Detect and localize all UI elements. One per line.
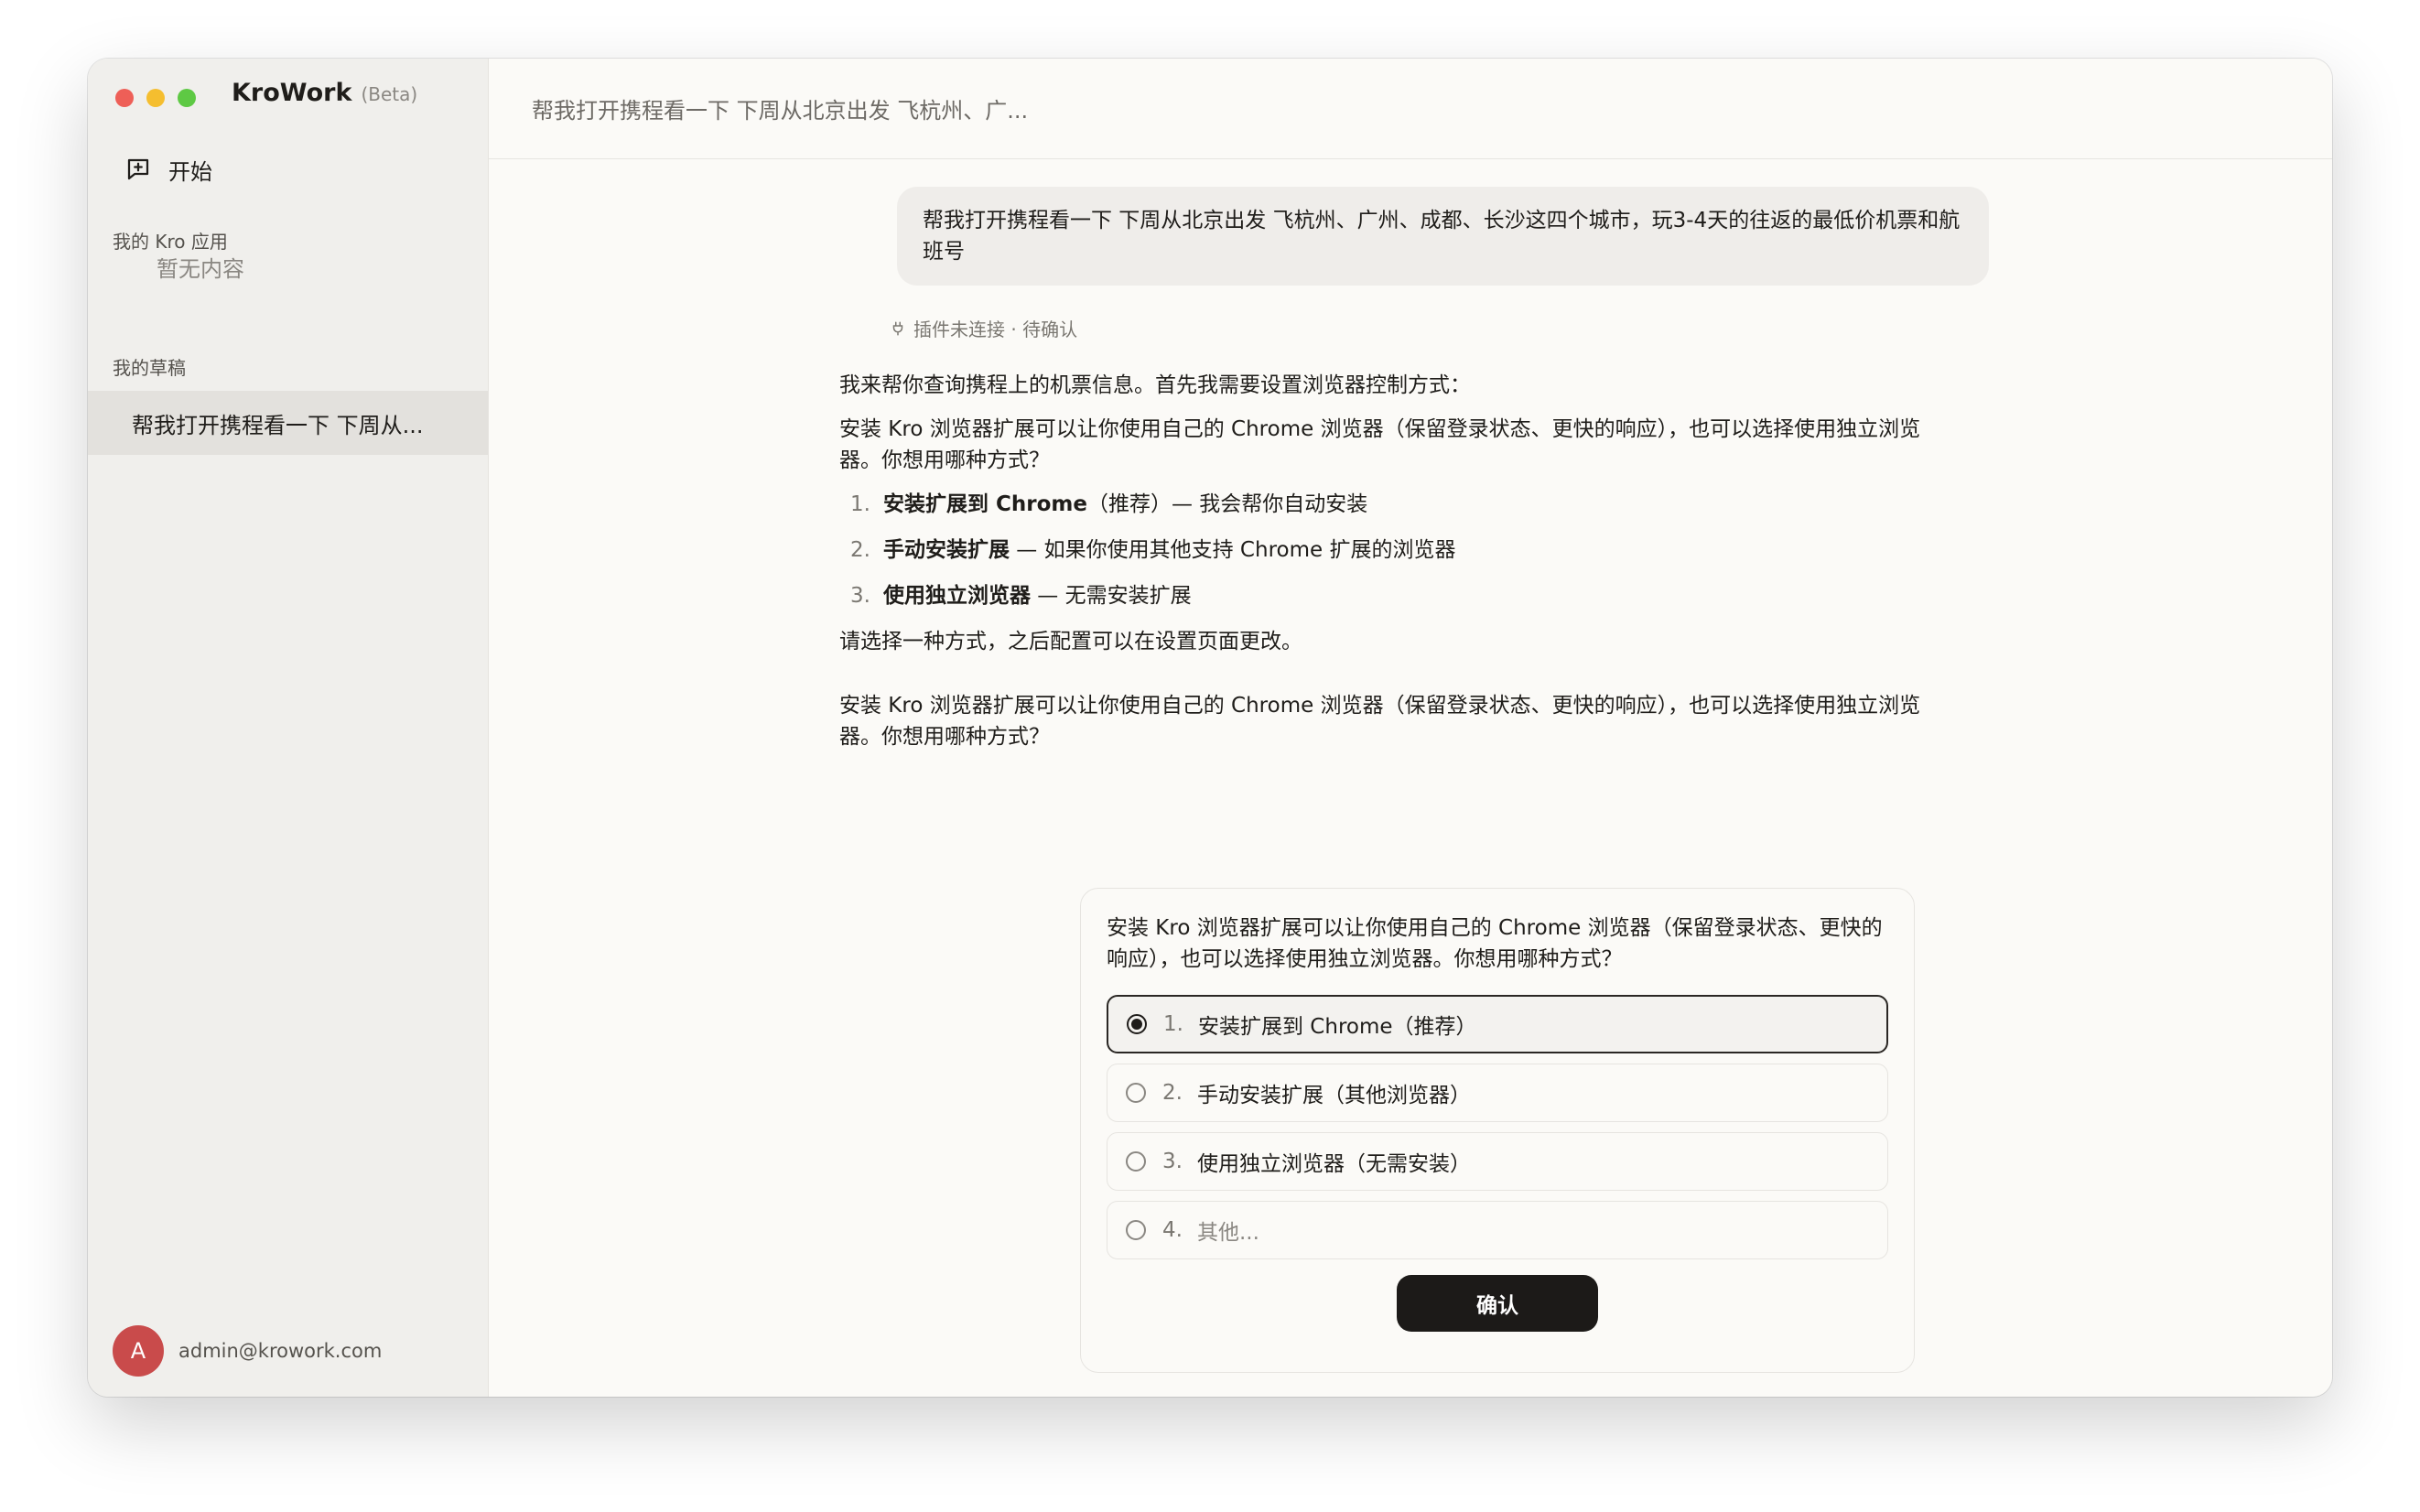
list-item: 2. 手动安装扩展 — 如果你使用其他支持 Chrome 扩展的浏览器 xyxy=(850,538,1456,562)
plugin-status: 插件未连接 · 待确认 xyxy=(890,315,1077,341)
draft-item[interactable]: 帮我打开携程看一下 下周从... xyxy=(88,391,488,455)
new-chat-button[interactable]: 开始 xyxy=(115,146,221,192)
radio-icon xyxy=(1126,1083,1146,1103)
reply-description: 安装 Kro 浏览器扩展可以让你使用自己的 Chrome 浏览器（保留登录状态、… xyxy=(839,417,1921,472)
app-brand: KroWork (Beta) xyxy=(232,79,417,107)
app-window: KroWork (Beta) 开始 我的 Kro 应用 暂无内容 我的草稿 帮我… xyxy=(88,59,2332,1397)
my-drafts-heading: 我的草稿 xyxy=(113,357,186,379)
plug-icon xyxy=(892,321,903,335)
apps-empty-note: 暂无内容 xyxy=(157,256,244,282)
option-other[interactable]: 4. 其他... xyxy=(1107,1201,1888,1259)
radio-icon xyxy=(1126,1151,1146,1172)
reply-intro: 我来帮你查询携程上的机票信息。首先我需要设置浏览器控制方式： xyxy=(839,373,1471,397)
plugin-status-text: 插件未连接 · 待确认 xyxy=(913,319,1078,340)
question-card: 安装 Kro 浏览器扩展可以让你使用自己的 Chrome 浏览器（保留登录状态、… xyxy=(1080,888,1915,1373)
option-standalone-browser[interactable]: 3. 使用独立浏览器（无需安装） xyxy=(1107,1132,1888,1191)
question-text: 安装 Kro 浏览器扩展可以让你使用自己的 Chrome 浏览器（保留登录状态、… xyxy=(1107,916,1883,971)
main-panel: 帮我打开携程看一下 下周从北京出发 飞杭州、广... 帮我打开携程看一下 下周从… xyxy=(488,59,2332,1397)
reply-note: 请选择一种方式，之后配置可以在设置页面更改。 xyxy=(839,630,1302,653)
reply-option-list: 1. 安装扩展到 Chrome（推荐）— 我会帮你自动安装 2. 手动安装扩展 … xyxy=(839,489,1938,611)
radio-icon xyxy=(1126,1220,1146,1240)
radio-selected-icon xyxy=(1127,1014,1147,1034)
new-chat-icon xyxy=(127,158,149,180)
app-name: KroWork xyxy=(232,79,352,107)
close-window-button[interactable] xyxy=(115,89,134,107)
minimize-window-button[interactable] xyxy=(146,89,165,107)
reply-description-repeat: 安装 Kro 浏览器扩展可以让你使用自己的 Chrome 浏览器（保留登录状态、… xyxy=(839,694,1921,749)
list-item: 3. 使用独立浏览器 — 无需安装扩展 xyxy=(850,584,1192,608)
my-apps-heading: 我的 Kro 应用 xyxy=(113,231,228,253)
avatar: A xyxy=(113,1325,164,1377)
new-chat-label: 开始 xyxy=(168,158,212,185)
assistant-reply: 我来帮你查询携程上的机票信息。首先我需要设置浏览器控制方式： 安装 Kro 浏览… xyxy=(839,370,1938,765)
sidebar: KroWork (Beta) 开始 我的 Kro 应用 暂无内容 我的草稿 帮我… xyxy=(88,59,488,1397)
maximize-window-button[interactable] xyxy=(178,89,196,107)
list-item: 1. 安装扩展到 Chrome（推荐）— 我会帮你自动安装 xyxy=(850,492,1368,516)
chat-title: 帮我打开携程看一下 下周从北京出发 飞杭州、广... xyxy=(532,98,1029,124)
option-manual-install[interactable]: 2. 手动安装扩展（其他浏览器） xyxy=(1107,1064,1888,1122)
user-profile[interactable]: A admin@krowork.com xyxy=(113,1325,382,1377)
user-email: admin@krowork.com xyxy=(178,1340,383,1362)
option-install-chrome[interactable]: 1. 安装扩展到 Chrome（推荐） xyxy=(1107,995,1888,1053)
window-controls xyxy=(115,89,196,107)
confirm-button[interactable]: 确认 xyxy=(1397,1275,1598,1332)
beta-tag: (Beta) xyxy=(361,83,418,105)
chat-header: 帮我打开携程看一下 下周从北京出发 飞杭州、广... xyxy=(489,59,2332,159)
user-message-bubble: 帮我打开携程看一下 下周从北京出发 飞杭州、广州、成都、长沙这四个城市，玩3-4… xyxy=(897,187,1989,286)
